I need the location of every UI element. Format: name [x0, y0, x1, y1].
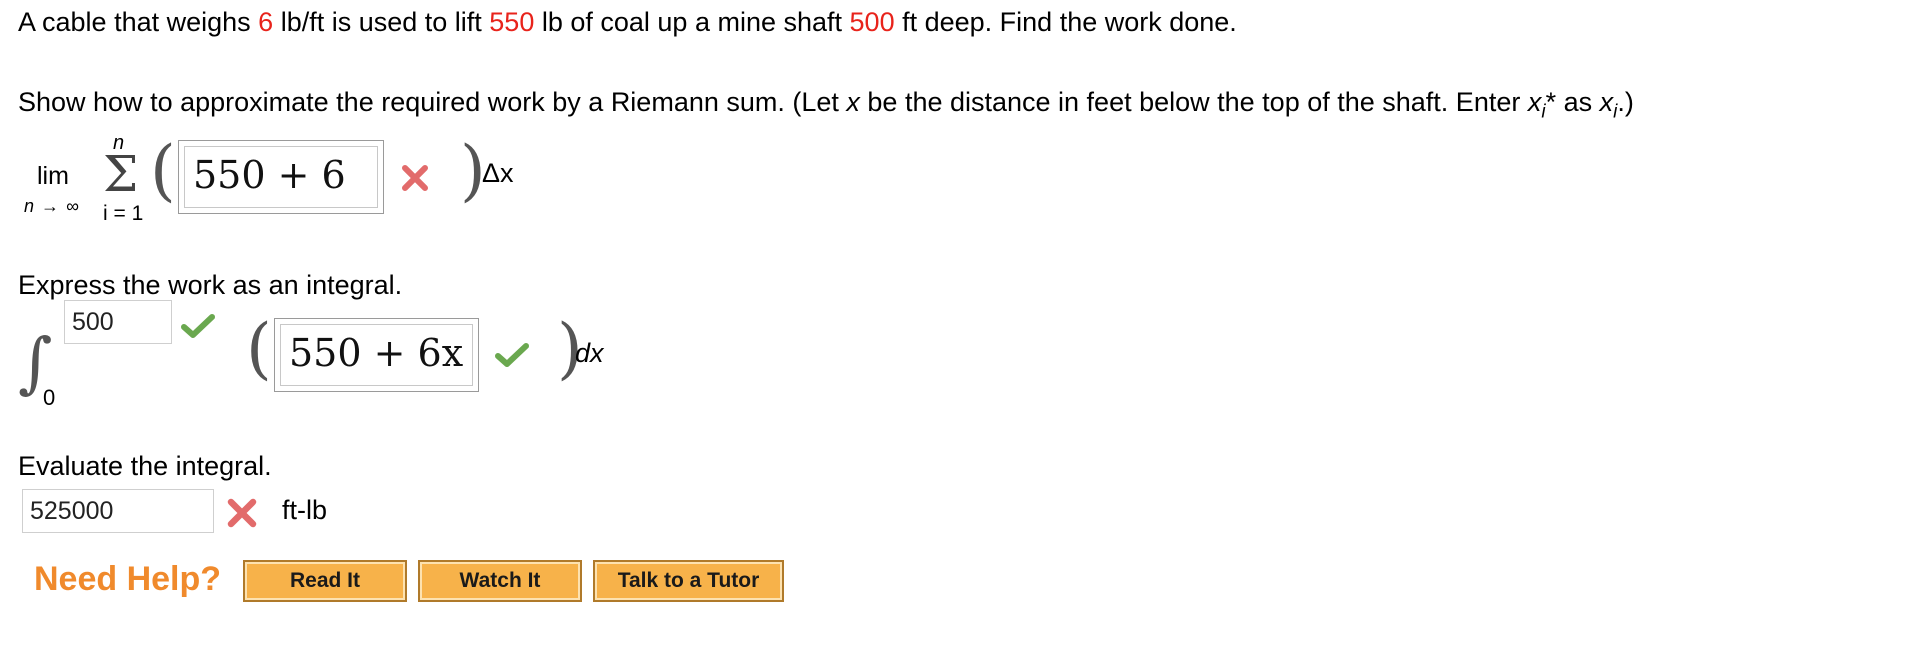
problem-text: lb/ft is used to lift [273, 7, 490, 37]
evaluate-answer-input[interactable]: 525000 [22, 489, 214, 533]
load-value: 550 [489, 7, 535, 37]
depth-value: 500 [849, 7, 895, 37]
var-x: x [846, 87, 860, 117]
x-icon [400, 163, 430, 198]
riemann-answer-input[interactable]: 550 + 6 [178, 140, 384, 214]
check-icon [495, 342, 529, 373]
read-it-button[interactable]: Read It [243, 560, 407, 602]
check-icon [181, 313, 215, 344]
prompt-text: be the distance in feet below the top of… [859, 87, 1528, 117]
var-xi: x [1599, 87, 1614, 117]
evaluate-prompt: Evaluate the integral. [18, 451, 272, 481]
sigma-icon: Σ [103, 145, 139, 203]
unit-label: ft-lb [282, 495, 328, 525]
x-icon [226, 497, 258, 534]
riemann-answer-value: 550 + 6 [193, 153, 346, 197]
lim-subscript: n → ∞ [24, 196, 80, 216]
star: * [1545, 87, 1557, 117]
problem-text: lb of coal up a mine shaft [534, 7, 850, 37]
prompt-text: Show how to approximate the required wor… [18, 87, 847, 117]
problem-text: A cable that weighs [18, 7, 259, 37]
problem-statement: A cable that weighs 6 lb/ft is used to l… [18, 6, 1237, 38]
lower-limit: 0 [43, 385, 56, 410]
dx-label: dx [575, 338, 604, 368]
sum-lower: i = 1 [103, 202, 144, 225]
integrand-input[interactable]: 550 + 6x [274, 318, 479, 392]
need-help-label: Need Help? [34, 560, 222, 598]
prompt-text: as [1556, 87, 1600, 117]
delta-x: Δx [482, 158, 514, 188]
evaluate-answer-value: 525000 [30, 497, 114, 525]
integrand-value: 550 + 6x [289, 331, 464, 375]
upper-limit-input[interactable]: 500 [64, 300, 172, 344]
watch-it-button[interactable]: Watch It [418, 560, 582, 602]
riemann-prompt: Show how to approximate the required wor… [18, 86, 1634, 128]
weight-value: 6 [258, 7, 274, 37]
problem-text: ft deep. Find the work done. [894, 7, 1237, 37]
integral-prompt: Express the work as an integral. [18, 270, 403, 300]
upper-limit-value: 500 [72, 308, 114, 336]
open-paren: ( [150, 132, 176, 209]
open-paren: ( [246, 310, 272, 387]
talk-to-tutor-button[interactable]: Talk to a Tutor [593, 560, 784, 602]
var-xi: x [1527, 87, 1542, 117]
lim-label: lim [37, 162, 69, 190]
prompt-text: .) [1617, 87, 1634, 117]
